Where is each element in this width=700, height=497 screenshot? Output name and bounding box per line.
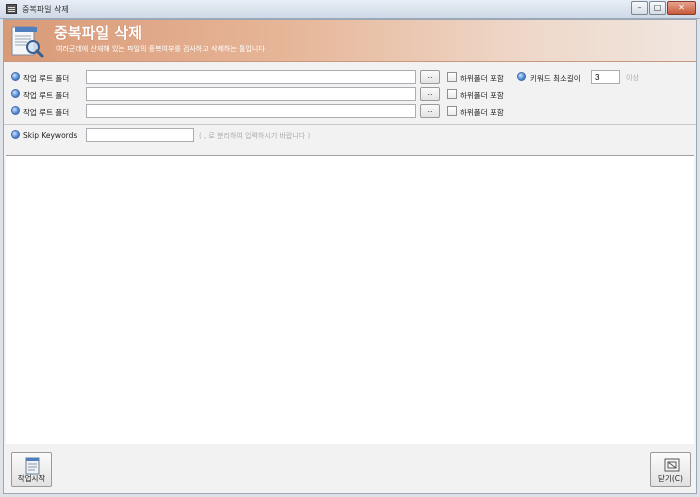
banner-title: 중복파일 삭제	[54, 24, 143, 42]
include-subfolders-label-1: 하위폴더 포함	[460, 74, 504, 83]
folder-label-3: 작업 루트 폴더	[23, 108, 70, 117]
folder-input-1[interactable]	[86, 70, 416, 84]
app-icon	[6, 4, 17, 14]
folder-input-3[interactable]	[86, 104, 416, 118]
minimize-button[interactable]: –	[631, 1, 648, 15]
skip-keywords-hint: ( , 로 분리하여 입력하시기 바랍니다 )	[199, 132, 311, 140]
folder-label-1: 작업 루트 폴더	[23, 74, 70, 83]
close-button-label: 닫기(C)	[658, 474, 683, 483]
bullet-icon	[11, 106, 20, 115]
banner-subtitle: 여러군데에 산재해 있는 파일의 중복여부를 검사하고 삭제하는 툴입니다	[56, 45, 265, 53]
include-subfolders-label-3: 하위폴더 포함	[460, 108, 504, 117]
close-button[interactable]: 닫기(C)	[650, 452, 691, 487]
bullet-icon	[11, 89, 20, 98]
folder-label-2: 작업 루트 폴더	[23, 91, 70, 100]
browse-button-2[interactable]: ..	[420, 87, 440, 101]
start-button-label: 작업시작	[17, 474, 46, 483]
keyword-min-label: 키워드 최소길이	[530, 74, 581, 83]
bullet-icon	[11, 130, 20, 139]
start-button[interactable]: 작업시작	[11, 452, 52, 487]
document-search-icon	[11, 26, 44, 58]
close-window-button[interactable]: ✕	[667, 1, 696, 15]
divider	[4, 124, 696, 125]
results-panel[interactable]	[6, 155, 694, 444]
bullet-icon	[517, 72, 526, 81]
close-app-icon	[664, 458, 680, 472]
folder-input-2[interactable]	[86, 87, 416, 101]
skip-keywords-input[interactable]	[86, 128, 194, 142]
browse-button-1[interactable]: ..	[420, 70, 440, 84]
include-subfolders-checkbox-3[interactable]	[447, 106, 457, 116]
window-title: 중복파일 삭제	[22, 5, 69, 14]
bullet-icon	[11, 72, 20, 81]
browse-button-3[interactable]: ..	[420, 104, 440, 118]
include-subfolders-checkbox-1[interactable]	[447, 72, 457, 82]
include-subfolders-checkbox-2[interactable]	[447, 89, 457, 99]
keyword-min-input[interactable]	[591, 70, 620, 84]
keyword-min-suffix: 이상	[626, 74, 639, 82]
title-bar[interactable]	[0, 0, 700, 19]
maximize-button[interactable]: □	[649, 1, 666, 15]
include-subfolders-label-2: 하위폴더 포함	[460, 91, 504, 100]
skip-keywords-label: Skip Keywords	[23, 131, 78, 140]
